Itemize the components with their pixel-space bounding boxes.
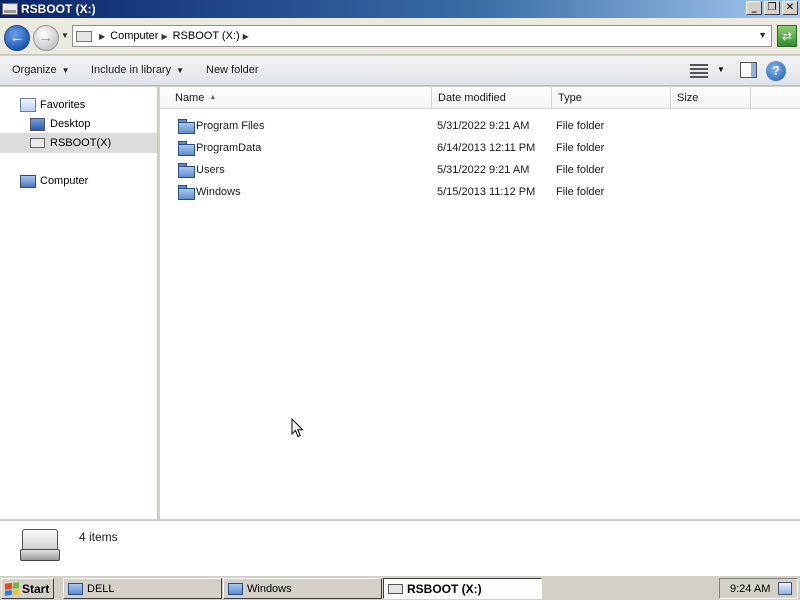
start-label: Start <box>22 581 50 596</box>
file-name: ProgramData <box>196 142 262 154</box>
include-in-library-label: Include in library <box>91 64 172 76</box>
folder-icon <box>178 119 195 134</box>
drive-icon <box>76 30 92 42</box>
address-bar[interactable]: ▶ Computer ▶ RSBOOT (X:) ▶ ▼ <box>72 25 772 47</box>
nav-desktop-label: Desktop <box>50 118 91 130</box>
file-date: 6/14/2013 12:11 PM <box>437 142 536 154</box>
nav-computer-label: Computer <box>40 175 89 187</box>
back-button[interactable]: ← <box>4 25 30 51</box>
folder-icon <box>68 582 83 595</box>
nav-desktop[interactable]: Desktop <box>0 114 157 134</box>
preview-pane-icon[interactable] <box>740 62 757 78</box>
breadcrumb-rsboot[interactable]: RSBOOT (X:) <box>173 30 240 42</box>
folder-icon <box>178 185 195 200</box>
taskbar-item-label: RSBOOT (X:) <box>407 581 482 596</box>
refresh-button[interactable]: ⇄ <box>777 25 797 47</box>
drive-icon <box>388 583 403 594</box>
nav-favorites[interactable]: Favorites <box>0 95 157 115</box>
mouse-cursor-icon <box>291 418 304 438</box>
folder-icon <box>178 163 195 178</box>
column-headers: Name ▲ Date modified Type Size <box>160 87 800 109</box>
file-type: File folder <box>556 120 605 132</box>
file-row[interactable]: Users 5/31/2022 9:21 AM File folder <box>160 159 800 181</box>
organize-label: Organize <box>12 64 57 76</box>
close-button[interactable]: ✕ <box>782 1 798 15</box>
help-icon[interactable]: ? <box>766 61 786 81</box>
taskbar-item-rsboot[interactable]: RSBOOT (X:) <box>383 578 542 599</box>
item-count: 4 items <box>79 530 118 544</box>
file-name: Users <box>196 164 225 176</box>
organize-button[interactable]: Organize ▼ <box>12 64 70 76</box>
drive-icon <box>30 138 45 148</box>
details-pane: 4 items <box>0 520 800 575</box>
network-icon[interactable] <box>778 582 793 595</box>
nav-rsboot[interactable]: RSBOOT(X) <box>0 133 157 153</box>
file-row[interactable]: Windows 5/15/2013 11:12 PM File folder <box>160 181 800 203</box>
column-date-modified[interactable]: Date modified <box>432 87 552 109</box>
nav-computer[interactable]: Computer <box>0 171 157 191</box>
chevron-down-icon: ▼ <box>176 66 185 75</box>
window-controls: _ ❐ ✕ <box>746 1 798 15</box>
change-view-icon[interactable] <box>690 62 708 78</box>
recent-pages-dropdown[interactable]: ▼ <box>61 31 69 40</box>
sort-ascending-icon: ▲ <box>209 94 217 101</box>
file-date: 5/31/2022 9:21 AM <box>437 120 530 132</box>
restore-button[interactable]: ❐ <box>764 1 780 15</box>
system-tray: 9:24 AM <box>719 578 798 599</box>
folder-icon <box>178 141 195 156</box>
chevron-right-icon[interactable]: ▶ <box>99 32 105 41</box>
taskbar: Start DELL Windows RSBOOT (X:) 9:24 AM <box>0 575 800 600</box>
address-dropdown-icon[interactable]: ▼ <box>758 30 767 40</box>
drive-icon <box>2 3 18 15</box>
column-type[interactable]: Type <box>552 87 671 109</box>
nav-favorites-label: Favorites <box>40 99 86 111</box>
chevron-right-icon[interactable]: ▶ <box>161 32 167 41</box>
minimize-button[interactable]: _ <box>746 1 762 15</box>
file-type: File folder <box>556 186 605 198</box>
file-date: 5/15/2013 11:12 PM <box>437 186 536 198</box>
nav-rsboot-label: RSBOOT(X) <box>50 137 112 149</box>
favorites-icon <box>20 98 36 112</box>
clock[interactable]: 9:24 AM <box>730 583 770 595</box>
navigation-pane[interactable]: Favorites Desktop RSBOOT(X) Computer <box>0 87 158 519</box>
include-in-library-button[interactable]: Include in library ▼ <box>91 64 184 76</box>
window-title: RSBOOT (X:) <box>21 2 96 16</box>
drive-icon <box>20 529 60 562</box>
taskbar-item-dell[interactable]: DELL <box>63 578 222 599</box>
folder-icon <box>228 582 243 595</box>
taskbar-item-label: Windows <box>247 582 292 595</box>
start-button[interactable]: Start <box>1 578 54 599</box>
column-size[interactable]: Size <box>671 87 751 109</box>
file-type: File folder <box>556 142 605 154</box>
breadcrumb-computer[interactable]: Computer <box>110 30 158 42</box>
windows-logo-icon <box>5 581 19 596</box>
chevron-right-icon[interactable]: ▶ <box>243 32 249 41</box>
file-date: 5/31/2022 9:21 AM <box>437 164 530 176</box>
forward-button[interactable]: → <box>33 25 59 51</box>
column-name-label: Name <box>175 92 205 104</box>
file-list[interactable]: Name ▲ Date modified Type Size Program Fi… <box>160 87 800 519</box>
file-type: File folder <box>556 164 605 176</box>
file-row[interactable]: Program Files 5/31/2022 9:21 AM File fol… <box>160 115 800 137</box>
address-row: ← → ▼ ▶ Computer ▶ RSBOOT (X:) ▶ ▼ ⇄ <box>0 18 800 55</box>
file-name: Windows <box>196 186 241 198</box>
column-name[interactable]: Name ▲ <box>160 87 432 109</box>
desktop-icon <box>30 117 45 131</box>
title-bar[interactable]: RSBOOT (X:) _ ❐ ✕ <box>0 0 800 18</box>
view-dropdown-icon[interactable]: ▼ <box>717 65 725 74</box>
taskbar-item-label: DELL <box>87 582 115 595</box>
file-row[interactable]: ProgramData 6/14/2013 12:11 PM File fold… <box>160 137 800 159</box>
file-name: Program Files <box>196 120 265 132</box>
new-folder-button[interactable]: New folder <box>206 64 259 76</box>
taskbar-item-windows[interactable]: Windows <box>223 578 382 599</box>
chevron-down-icon: ▼ <box>61 66 70 75</box>
computer-icon <box>20 174 36 188</box>
command-bar: Organize ▼ Include in library ▼ New folder… <box>0 56 800 86</box>
